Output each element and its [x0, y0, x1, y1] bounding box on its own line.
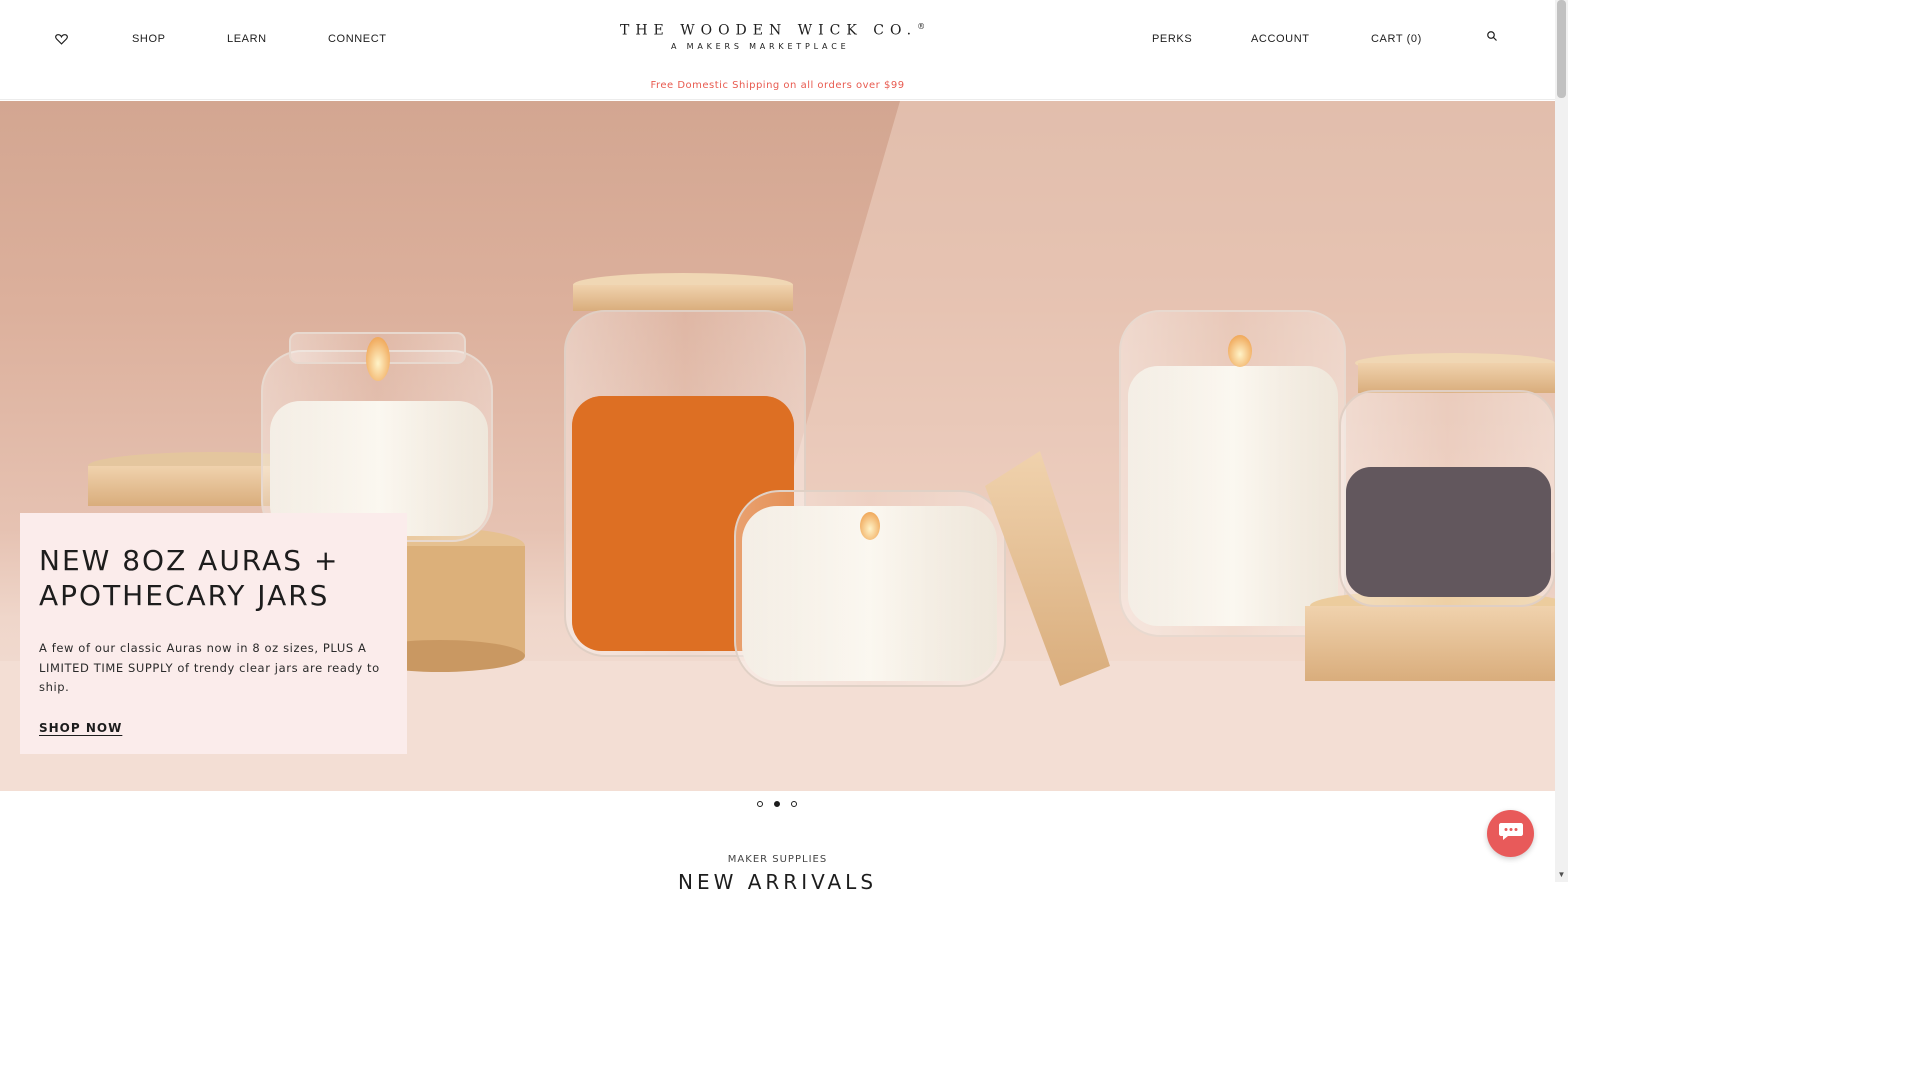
nav-left: [52, 30, 70, 48]
search-icon[interactable]: [1486, 29, 1502, 45]
hero-title: NEW 8OZ AURAS + APOTHECARY JARS: [39, 544, 340, 612]
chat-bubble-icon: [1498, 820, 1524, 847]
slide-pagination: [757, 801, 797, 807]
nav-cart[interactable]: CART (0): [1371, 33, 1422, 45]
promo-banner[interactable]: Free Domestic Shipping on all orders ove…: [0, 80, 1555, 91]
logo-tagline: A MAKERS MARKETPLACE: [671, 41, 850, 51]
scroll-down-icon[interactable]: ▼: [1557, 870, 1566, 880]
slide-dot-3[interactable]: [791, 801, 797, 807]
slide-dot-1[interactable]: [757, 801, 763, 807]
nav-connect[interactable]: CONNECT: [328, 33, 387, 45]
scrollbar-thumb[interactable]: [1557, 0, 1566, 98]
page-scrollbar[interactable]: ▼: [1555, 0, 1568, 882]
shop-now-link[interactable]: SHOP NOW: [39, 721, 122, 735]
nav-learn[interactable]: LEARN: [227, 33, 267, 45]
heart-icon[interactable]: [52, 30, 70, 48]
logo-wordmark: THE WOODEN WICK CO.®: [620, 22, 926, 39]
site-logo[interactable]: THE WOODEN WICK CO.® A MAKERS MARKETPLAC…: [620, 22, 940, 51]
hero-card: NEW 8OZ AURAS + APOTHECARY JARS A few of…: [20, 513, 407, 754]
hero-description: A few of our classic Auras now in 8 oz s…: [39, 641, 380, 694]
chat-button[interactable]: [1487, 810, 1534, 857]
slide-dot-2[interactable]: [774, 801, 780, 807]
nav-perks[interactable]: PERKS: [1152, 33, 1192, 45]
section-title: NEW ARRIVALS: [677, 870, 878, 894]
hero-slideshow: NEW 8OZ AURAS + APOTHECARY JARS A few of…: [0, 101, 1555, 791]
section-eyebrow: MAKER SUPPLIES: [727, 854, 828, 865]
site-header: SHOP LEARN CONNECT THE WOODEN WICK CO.® …: [0, 0, 1555, 100]
nav-account[interactable]: ACCOUNT: [1251, 33, 1310, 45]
nav-shop[interactable]: SHOP: [132, 33, 166, 45]
